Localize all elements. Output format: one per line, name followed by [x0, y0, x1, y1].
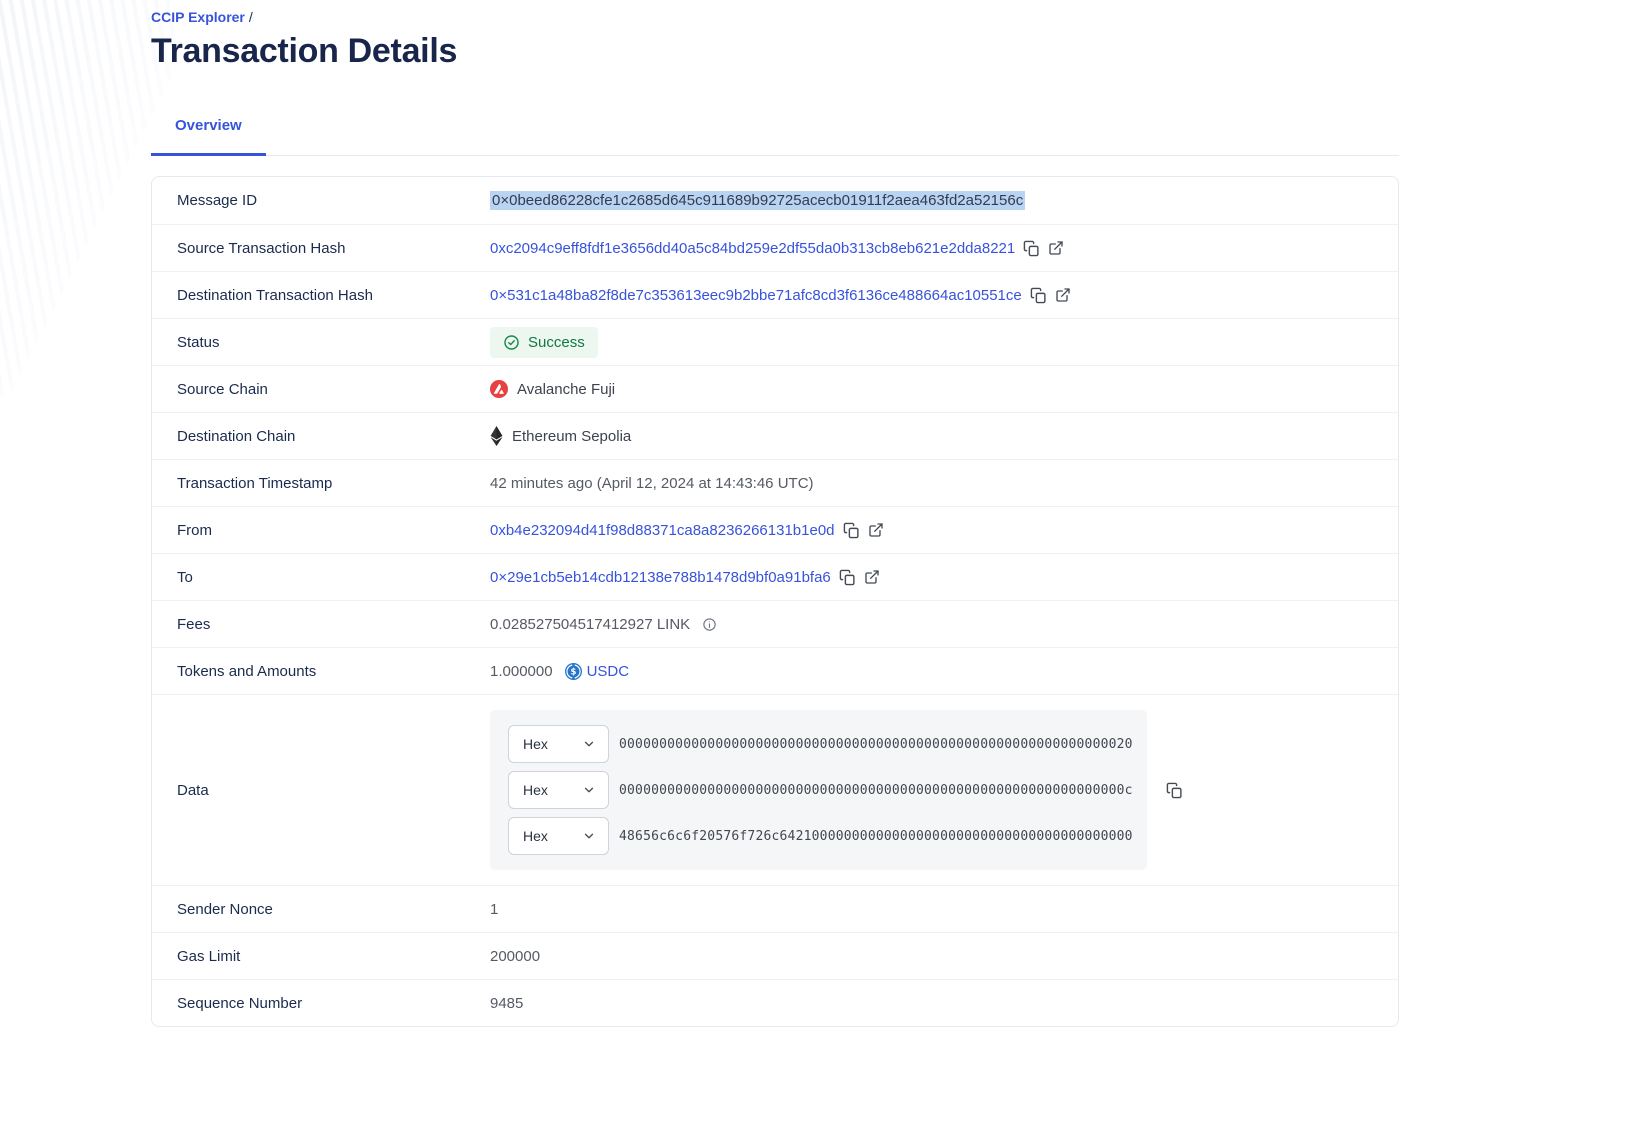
tab-bar: Overview — [151, 117, 1399, 156]
source-chain-name: Avalanche Fuji — [517, 381, 615, 398]
copy-icon[interactable] — [1166, 782, 1183, 799]
usdc-icon: $ — [565, 663, 582, 680]
sender-nonce-value: 1 — [490, 901, 498, 918]
table-row-to: To 0×29e1cb5eb14cdb12138e788b1478d9bf0a9… — [152, 553, 1398, 600]
message-id-value[interactable]: 0×0beed86228cfe1c2685d645c911689b92725ac… — [490, 191, 1025, 210]
status-text: Success — [528, 334, 585, 351]
data-format-select[interactable]: Hex — [508, 725, 609, 763]
tokens-label: Tokens and Amounts — [177, 663, 490, 680]
sequence-number-label: Sequence Number — [177, 995, 490, 1012]
tab-overview[interactable]: Overview — [151, 117, 266, 155]
dest-tx-hash-label: Destination Transaction Hash — [177, 287, 490, 304]
data-line: Hex 000000000000000000000000000000000000… — [508, 725, 1133, 763]
info-icon[interactable] — [702, 617, 717, 632]
sequence-number-value: 9485 — [490, 995, 523, 1012]
data-line: Hex 000000000000000000000000000000000000… — [508, 771, 1133, 809]
copy-icon[interactable] — [1030, 287, 1047, 304]
data-label: Data — [177, 782, 490, 799]
to-address-link[interactable]: 0×29e1cb5eb14cdb12138e788b1478d9bf0a91bf… — [490, 569, 831, 586]
fees-value: 0.028527504517412927 LINK — [490, 616, 690, 633]
data-line: Hex 48656c6c6f20576f726c6421000000000000… — [508, 817, 1133, 855]
data-hex-word[interactable]: 0000000000000000000000000000000000000000… — [619, 783, 1133, 798]
timestamp-value: 42 minutes ago (April 12, 2024 at 14:43:… — [490, 475, 814, 492]
token-amount: 1.000000 — [490, 663, 553, 680]
sender-nonce-label: Sender Nonce — [177, 901, 490, 918]
check-circle-icon — [503, 334, 520, 351]
copy-icon[interactable] — [839, 569, 856, 586]
table-row-fees: Fees 0.028527504517412927 LINK — [152, 600, 1398, 647]
breadcrumb-link-ccip-explorer[interactable]: CCIP Explorer — [151, 9, 245, 25]
table-row-status: Status Success — [152, 318, 1398, 365]
token-badge: $ USDC — [565, 663, 630, 680]
status-badge: Success — [490, 327, 598, 358]
table-row-sender-nonce: Sender Nonce 1 — [152, 885, 1398, 932]
gas-limit-value: 200000 — [490, 948, 540, 965]
data-hex-word[interactable]: 0000000000000000000000000000000000000000… — [619, 737, 1133, 752]
status-label: Status — [177, 334, 490, 351]
dest-tx-hash-link[interactable]: 0×531c1a48ba82f8de7c353613eec9b2bbe71afc… — [490, 287, 1022, 304]
breadcrumb-separator: / — [249, 9, 253, 25]
source-chain-label: Source Chain — [177, 381, 490, 398]
main-content: CCIP Explorer/ Transaction Details Overv… — [151, 0, 1399, 1027]
dest-chain-label: Destination Chain — [177, 428, 490, 445]
external-link-icon[interactable] — [868, 522, 884, 538]
table-row-tokens: Tokens and Amounts 1.000000 $ USDC — [152, 647, 1398, 694]
data-hex-word[interactable]: 48656c6c6f20576f726c64210000000000000000… — [619, 829, 1133, 844]
chevron-down-icon — [582, 783, 596, 797]
data-format-value: Hex — [523, 782, 548, 798]
dest-chain-name: Ethereum Sepolia — [512, 428, 631, 445]
copy-icon[interactable] — [1023, 240, 1040, 257]
to-label: To — [177, 569, 490, 586]
data-format-select[interactable]: Hex — [508, 771, 609, 809]
message-id-label: Message ID — [177, 192, 490, 209]
table-row-source-chain: Source Chain Avalanche Fuji — [152, 365, 1398, 412]
data-hex-box: Hex 000000000000000000000000000000000000… — [490, 710, 1147, 870]
table-row-message-id: Message ID 0×0beed86228cfe1c2685d645c911… — [152, 177, 1398, 224]
avalanche-icon — [490, 380, 508, 398]
table-row-gas-limit: Gas Limit 200000 — [152, 932, 1398, 979]
breadcrumb: CCIP Explorer/ — [151, 9, 1399, 25]
data-format-select[interactable]: Hex — [508, 817, 609, 855]
table-row-data: Data Hex 0000000000000000000000000000000… — [152, 694, 1398, 885]
from-label: From — [177, 522, 490, 539]
token-symbol-link[interactable]: USDC — [587, 663, 630, 680]
table-row-from: From 0xb4e232094d41f98d88371ca8a82362661… — [152, 506, 1398, 553]
table-row-sequence-number: Sequence Number 9485 — [152, 979, 1398, 1026]
table-row-dest-tx-hash: Destination Transaction Hash 0×531c1a48b… — [152, 271, 1398, 318]
gas-limit-label: Gas Limit — [177, 948, 490, 965]
dest-chain-value: Ethereum Sepolia — [490, 426, 631, 446]
external-link-icon[interactable] — [1048, 240, 1064, 256]
source-tx-hash-link[interactable]: 0xc2094c9eff8fdf1e3656dd40a5c84bd259e2df… — [490, 240, 1015, 257]
external-link-icon[interactable] — [1055, 287, 1071, 303]
external-link-icon[interactable] — [864, 569, 880, 585]
from-address-link[interactable]: 0xb4e232094d41f98d88371ca8a8236266131b1e… — [490, 522, 835, 539]
table-row-timestamp: Transaction Timestamp 42 minutes ago (Ap… — [152, 459, 1398, 506]
fees-label: Fees — [177, 616, 490, 633]
source-chain-value: Avalanche Fuji — [490, 380, 615, 398]
table-row-dest-chain: Destination Chain Ethereum Sepolia — [152, 412, 1398, 459]
page-title: Transaction Details — [151, 32, 1399, 71]
chevron-down-icon — [582, 829, 596, 843]
data-format-value: Hex — [523, 828, 548, 844]
source-tx-hash-label: Source Transaction Hash — [177, 240, 490, 257]
corner-decoration — [0, 0, 175, 395]
ethereum-icon — [490, 426, 503, 446]
timestamp-label: Transaction Timestamp — [177, 475, 490, 492]
svg-text:$: $ — [570, 667, 576, 677]
chevron-down-icon — [582, 737, 596, 751]
data-format-value: Hex — [523, 736, 548, 752]
copy-icon[interactable] — [843, 522, 860, 539]
transaction-details-table: Message ID 0×0beed86228cfe1c2685d645c911… — [151, 176, 1399, 1027]
table-row-source-tx-hash: Source Transaction Hash 0xc2094c9eff8fdf… — [152, 224, 1398, 271]
